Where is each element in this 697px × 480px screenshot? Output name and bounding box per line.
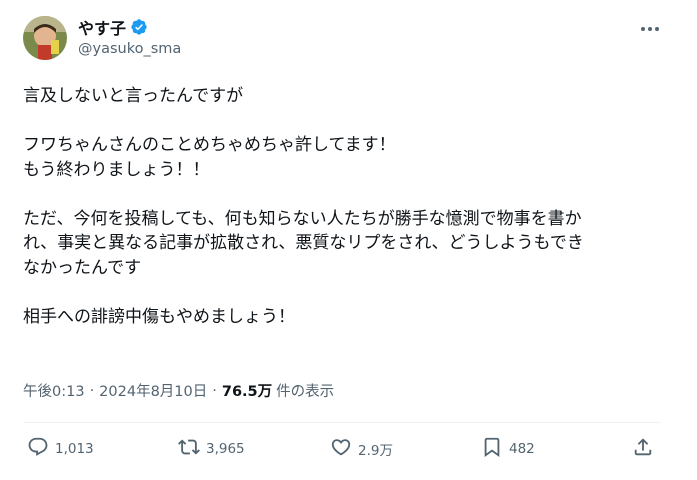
divider bbox=[23, 422, 661, 423]
like-icon bbox=[330, 436, 352, 462]
verified-icon bbox=[130, 18, 148, 36]
tweet-text: 言及しないと言ったんですが フワちゃんさんのことめちゃめちゃ許してます！ もう終… bbox=[23, 84, 673, 329]
repost-icon bbox=[178, 436, 200, 462]
tweet-line: 言及しないと言ったんですが bbox=[23, 86, 244, 106]
share-icon bbox=[632, 436, 654, 462]
views-label: 件の表示 bbox=[276, 384, 335, 400]
tweet-line: ただ、今何を投稿しても、何も知らない人たちが勝手な憶測で物事を書か bbox=[23, 208, 582, 229]
repost-button[interactable]: 3,965 bbox=[178, 436, 245, 462]
tweet-line: 相手への誹謗中傷もやめましょう！ bbox=[23, 306, 295, 327]
meta-separator: · bbox=[212, 382, 217, 399]
repost-count: 3,965 bbox=[206, 441, 245, 457]
views-count: 76.5万 bbox=[221, 384, 273, 400]
bookmark-icon bbox=[481, 436, 503, 462]
meta-separator: · bbox=[89, 382, 95, 399]
timestamp-time[interactable]: 午後0:13 bbox=[23, 380, 85, 401]
reply-icon bbox=[27, 436, 49, 462]
bookmark-button[interactable]: 482 bbox=[481, 436, 535, 462]
bookmark-count: 482 bbox=[509, 441, 535, 457]
tweet-line: なかったんです bbox=[23, 257, 142, 278]
avatar[interactable] bbox=[23, 16, 67, 60]
handle[interactable]: @yasuko_sma bbox=[78, 41, 181, 57]
like-button[interactable]: 2.9万 bbox=[330, 436, 393, 462]
tweet-meta: 午後0:13 · 2024年8月10日 · 76.5万 件の表示 bbox=[23, 380, 334, 401]
tweet-line: れ、事実と異なる記事が拡散され、悪質なリプをされ、どうしようもでき bbox=[23, 233, 584, 253]
more-icon[interactable] bbox=[636, 19, 664, 39]
timestamp-date[interactable]: 2024年8月10日 bbox=[99, 380, 207, 401]
name-row: やす子 bbox=[78, 16, 181, 38]
tweet-line: もう終わりましょう！！ bbox=[23, 159, 210, 180]
reply-button[interactable]: 1,013 bbox=[27, 436, 94, 462]
reply-count: 1,013 bbox=[55, 441, 94, 457]
author-block: やす子 @yasuko_sma bbox=[78, 16, 181, 57]
like-count: 2.9万 bbox=[358, 443, 393, 459]
tweet-line: フワちゃんさんのことめちゃめちゃ許してます！ bbox=[23, 135, 396, 155]
tweet: やす子 @yasuko_sma 言及しないと言ったんですが フワちゃんさんのこと… bbox=[0, 0, 697, 480]
share-button[interactable] bbox=[632, 436, 654, 462]
display-name[interactable]: やす子 bbox=[78, 15, 126, 39]
